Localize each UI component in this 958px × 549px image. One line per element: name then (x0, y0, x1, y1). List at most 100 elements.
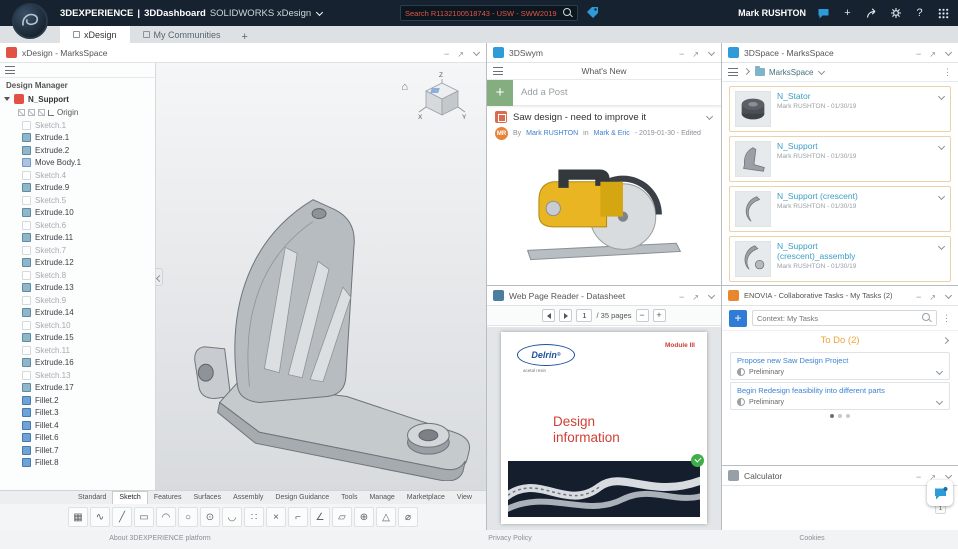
ribbon-tab[interactable]: Sketch (112, 491, 147, 504)
item-chevron-icon[interactable] (937, 143, 945, 151)
task-card[interactable]: Begin Redesign feasibility into differen… (730, 382, 950, 410)
ribbon-tab[interactable]: Manage (363, 492, 400, 504)
chat-icon[interactable] (817, 7, 830, 20)
post-title[interactable]: Saw design - need to improve it (513, 112, 699, 123)
space-item-n-support[interactable]: N_Support Mark RUSHTON - 01/30/19 (729, 136, 951, 182)
calculator-body[interactable]: + 1 (722, 486, 958, 529)
caret-down-icon[interactable] (4, 97, 10, 101)
chat-fab-button[interactable] (927, 480, 953, 506)
tree-item[interactable]: Sketch.6 (0, 219, 155, 232)
breadcrumb[interactable]: MarksSpace (743, 68, 938, 77)
chevron-down-icon[interactable] (817, 68, 825, 76)
sketch-tool-icon[interactable]: ⊕ (354, 507, 374, 527)
sketch-tool-icon[interactable]: ╱ (112, 507, 132, 527)
author-link[interactable]: Mark RUSHTON (526, 130, 578, 137)
ribbon-tab[interactable]: View (451, 492, 478, 504)
apps-grid-icon[interactable] (937, 7, 950, 20)
tree-item[interactable]: Fillet.2 (0, 394, 155, 407)
ribbon-tab[interactable]: Surfaces (187, 492, 227, 504)
sketch-tool-icon[interactable]: △ (376, 507, 396, 527)
tab-my-communities[interactable]: My Communities (130, 26, 234, 43)
tree-item[interactable]: Extrude.14 (0, 307, 155, 320)
tree-item[interactable]: Extrude.11 (0, 232, 155, 245)
tree-item[interactable]: Fillet.7 (0, 444, 155, 457)
add-tab-button[interactable]: + (234, 31, 256, 43)
minimize-icon[interactable] (679, 287, 684, 305)
plane-yz-icon[interactable] (18, 109, 25, 116)
add-post-plus-icon[interactable]: + (487, 80, 513, 106)
user-name[interactable]: Mark RUSHTON (738, 8, 806, 18)
collapse-chevron-icon[interactable] (472, 49, 480, 57)
pagination-dots[interactable] (722, 414, 958, 418)
tree-item[interactable]: Sketch.11 (0, 344, 155, 357)
add-task-button[interactable]: + (729, 310, 747, 327)
tree-item[interactable]: Extrude.16 (0, 357, 155, 370)
cad-part-n-support[interactable] (168, 151, 486, 481)
footer-privacy-link[interactable]: Privacy Policy (430, 535, 590, 542)
minimize-icon[interactable] (916, 44, 921, 62)
menu-icon[interactable] (728, 68, 738, 76)
todo-section-header[interactable]: To Do (2) (722, 331, 958, 350)
expand-icon[interactable] (457, 44, 464, 62)
space-item-n-stator[interactable]: N_Stator Mark RUSHTON - 01/30/19 (729, 86, 951, 132)
collapse-chevron-icon[interactable] (707, 49, 715, 57)
tree-item[interactable]: Extrude.15 (0, 332, 155, 345)
tree-item[interactable]: Extrude.10 (0, 207, 155, 220)
more-options-icon[interactable]: ⋮ (943, 68, 952, 77)
ribbon-tab[interactable]: Design Guidance (269, 492, 335, 504)
sketch-tool-icon[interactable]: ◠ (156, 507, 176, 527)
footer-about-link[interactable]: About 3DEXPERIENCE platform (60, 535, 260, 542)
tree-item[interactable]: Sketch.9 (0, 294, 155, 307)
collapse-chevron-icon[interactable] (944, 292, 952, 300)
tree-item[interactable]: Fillet.3 (0, 407, 155, 420)
minimize-icon[interactable] (916, 467, 921, 485)
ribbon-tab[interactable]: Features (148, 492, 188, 504)
dashboard-context[interactable]: SOLIDWORKS xDesign (210, 8, 311, 19)
sketch-tool-icon[interactable]: ∿ (90, 507, 110, 527)
expand-icon[interactable] (929, 287, 936, 305)
ribbon-tab[interactable]: Standard (72, 492, 112, 504)
task-card[interactable]: Propose new Saw Design Project Prelimina… (730, 352, 950, 380)
tree-item[interactable]: Sketch.4 (0, 169, 155, 182)
plane-xy-icon[interactable] (38, 109, 45, 116)
sketch-tool-icon[interactable]: ⌐ (288, 507, 308, 527)
ribbon-tab[interactable]: Assembly (227, 492, 269, 504)
tree-item[interactable]: Sketch.7 (0, 244, 155, 257)
settings-gear-icon[interactable] (889, 7, 902, 20)
post-image-saw[interactable] (487, 143, 721, 281)
tree-item[interactable]: Sketch.1 (0, 119, 155, 132)
tab-xdesign[interactable]: xDesign (60, 26, 130, 43)
document-view[interactable]: Delrin® acetal resin Module III Design i… (487, 327, 721, 530)
plane-zx-icon[interactable] (28, 109, 35, 116)
tree-item[interactable]: Sketch.13 (0, 369, 155, 382)
tree-item[interactable]: Extrude.1 (0, 132, 155, 145)
sketch-tool-icon[interactable]: ⊙ (200, 507, 220, 527)
expand-icon[interactable] (692, 287, 699, 305)
search-icon[interactable] (563, 8, 573, 18)
tree-collapse-handle[interactable] (156, 268, 163, 286)
collapse-chevron-icon[interactable] (707, 292, 715, 300)
context-search-field[interactable] (752, 310, 937, 326)
sketch-tool-icon[interactable]: ⌀ (398, 507, 418, 527)
space-item-n-support-crescent[interactable]: N_Support (crescent) Mark RUSHTON - 01/3… (729, 186, 951, 232)
search-input[interactable] (405, 9, 563, 18)
minimize-icon[interactable] (444, 44, 449, 62)
item-name[interactable]: N_Support (crescent) (777, 191, 883, 201)
item-chevron-icon[interactable] (937, 93, 945, 101)
tree-item[interactable]: Sketch.8 (0, 269, 155, 282)
breadcrumb-label[interactable]: MarksSpace (769, 68, 813, 77)
space-item-n-support-assembly[interactable]: N_Support (crescent)_assembly Mark RUSHT… (729, 236, 951, 282)
prev-page-button[interactable] (542, 309, 555, 322)
sketch-tool-icon[interactable]: × (266, 507, 286, 527)
expand-right-icon[interactable] (942, 337, 950, 345)
tree-root[interactable]: N_Support (0, 92, 155, 106)
sketch-tool-icon[interactable]: ▦ (68, 507, 88, 527)
context-search-input[interactable] (757, 314, 922, 323)
menu-icon[interactable] (493, 67, 503, 75)
sketch-tool-icon[interactable]: ∠ (310, 507, 330, 527)
tag-icon[interactable] (586, 6, 599, 19)
item-name[interactable]: N_Support (777, 141, 883, 151)
ribbon-tab[interactable]: Marketplace (401, 492, 451, 504)
global-search[interactable] (400, 5, 578, 21)
tree-item[interactable]: Fillet.4 (0, 419, 155, 432)
